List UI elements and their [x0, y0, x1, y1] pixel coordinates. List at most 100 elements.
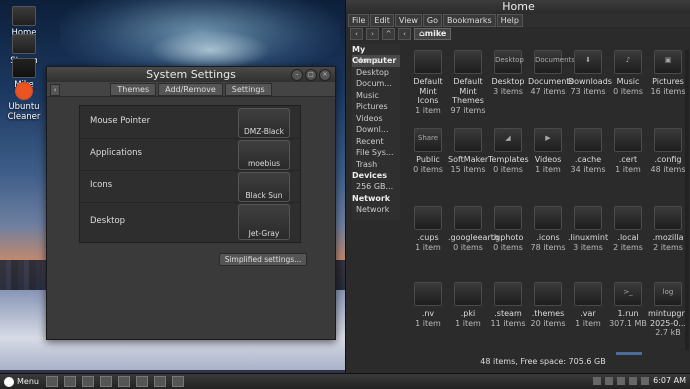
sidebar-item-network[interactable]: Network: [352, 204, 400, 216]
file-item[interactable]: .cups 1 item: [408, 206, 448, 252]
theme-value: Jet-Gray: [248, 229, 280, 238]
up-arrow-icon[interactable]: [593, 376, 602, 385]
folder-icon: [614, 206, 642, 230]
toggle-location-icon[interactable]: ‹: [398, 28, 411, 40]
mouse-pointer-theme-button[interactable]: DMZ-Black: [238, 108, 290, 138]
menu-go[interactable]: Go: [422, 14, 442, 27]
file-item[interactable]: ▣ Pictures 16 items: [648, 50, 688, 96]
simplified-settings-button[interactable]: Simplified settings...: [219, 253, 307, 266]
file-item[interactable]: .linuxmint 3 items: [568, 206, 608, 252]
file-item[interactable]: .cert 1 item: [608, 128, 648, 174]
file-item-name: Documents: [528, 77, 574, 86]
file-item[interactable]: .steam 11 items: [488, 282, 528, 328]
file-item[interactable]: Share Public 0 items: [408, 128, 448, 174]
minimize-button[interactable]: –: [291, 69, 303, 81]
system-monitor-launcher-icon[interactable]: [153, 376, 166, 387]
menu-button[interactable]: Menu: [0, 376, 43, 387]
icons-theme-button[interactable]: Black Sun: [238, 172, 290, 202]
file-item[interactable]: ♪ Music 0 items: [608, 50, 648, 96]
window-title[interactable]: Home: [346, 0, 690, 14]
user-folder-icon: [12, 58, 36, 78]
desktop-theme-button[interactable]: Jet-Gray: [238, 204, 290, 240]
sidebar-item-videos[interactable]: Videos: [352, 113, 400, 125]
up-icon[interactable]: ^: [382, 28, 395, 40]
sidebar-header-my-computer[interactable]: My Computer: [352, 44, 400, 65]
file-item[interactable]: .googleearth 0 items: [448, 206, 499, 252]
file-item[interactable]: .config 48 items: [648, 128, 688, 174]
file-item-name: .var: [580, 309, 596, 318]
sidebar-item-music[interactable]: Music: [352, 90, 400, 102]
file-item[interactable]: Default Mint Themes 97 items: [448, 50, 488, 115]
sidebar-item-pictures[interactable]: Pictures: [352, 101, 400, 113]
file-item[interactable]: log mintupgrade-2025-0...2.7 kB: [648, 282, 690, 338]
theme-row-desktop: Desktop Jet-Gray: [80, 202, 300, 242]
menu-view[interactable]: View: [394, 14, 422, 27]
file-manager-launcher-icon[interactable]: [99, 376, 112, 387]
file-item[interactable]: ◢ Templates 0 items: [488, 128, 529, 174]
files-launcher-icon[interactable]: [63, 376, 76, 387]
file-item-count: 97 items: [450, 105, 486, 115]
tab-themes[interactable]: Themes: [110, 82, 157, 96]
battery-icon[interactable]: [641, 376, 650, 385]
file-item[interactable]: .pki 1 item: [448, 282, 488, 328]
window-titlebar[interactable]: System Settings – □ ×: [47, 67, 335, 82]
terminal-launcher-icon[interactable]: [81, 376, 94, 387]
file-item[interactable]: ▶ Videos 1 item: [528, 128, 568, 174]
sidebar-item-documents[interactable]: Docum...: [352, 78, 400, 90]
file-item[interactable]: Default Mint Icons 1 item: [408, 50, 448, 115]
file-item[interactable]: SoftMaker 15 items: [448, 128, 488, 174]
sidebar-header-devices[interactable]: Devices: [352, 170, 400, 181]
file-item[interactable]: .mozilla 2 items: [648, 206, 688, 252]
network-icon[interactable]: [617, 376, 626, 385]
tab-settings[interactable]: Settings: [224, 82, 272, 96]
show-desktop-icon[interactable]: [45, 376, 58, 387]
file-manager-window: Home File Edit View Go Bookmarks Help ‹ …: [345, 0, 690, 373]
file-item[interactable]: .var 1 item: [568, 282, 608, 328]
settings-launcher-icon[interactable]: [117, 376, 130, 387]
file-item[interactable]: .themes 20 items: [528, 282, 568, 328]
back-icon[interactable]: ‹: [350, 28, 363, 40]
file-item-name: mintupgrade-2025-0...: [648, 309, 690, 328]
folder-icon: [654, 128, 682, 152]
file-item[interactable]: .cache 34 items: [568, 128, 608, 174]
menu-help[interactable]: Help: [496, 14, 523, 27]
sidebar-item-file-system[interactable]: File Sys...: [352, 147, 400, 159]
menu-edit[interactable]: Edit: [370, 14, 394, 27]
volume-icon[interactable]: [629, 376, 638, 385]
file-item-count: 0 items: [453, 242, 483, 252]
maximize-button[interactable]: □: [305, 69, 317, 81]
steam-icon: [12, 34, 36, 54]
file-item[interactable]: .gphoto 0 items: [488, 206, 528, 252]
sidebar-item-trash[interactable]: Trash: [352, 159, 400, 171]
sidebar-item-downloads[interactable]: Downl...: [352, 124, 400, 136]
browser-launcher-icon[interactable]: [135, 376, 148, 387]
file-item[interactable]: Desktop Desktop 3 items: [488, 50, 528, 96]
folder-icon: ⬇: [574, 50, 602, 74]
menu-file[interactable]: File: [348, 14, 370, 27]
file-item-name: 1.run: [617, 309, 639, 318]
file-item[interactable]: .nv 1 item: [408, 282, 448, 328]
window-list-icon[interactable]: [171, 376, 184, 387]
file-item[interactable]: .local 2 items: [608, 206, 648, 252]
close-button[interactable]: ×: [319, 69, 331, 81]
file-item[interactable]: .icons 78 items: [528, 206, 568, 252]
sidebar-item-recent[interactable]: Recent: [352, 136, 400, 148]
applications-theme-button[interactable]: moebius: [238, 140, 290, 170]
clock[interactable]: 6:07 AM: [653, 376, 686, 385]
sidebar-item-desktop[interactable]: Desktop: [352, 67, 400, 79]
file-item[interactable]: Documents Documents 47 items: [528, 50, 575, 96]
file-item[interactable]: ⬇ Downloads 73 items: [568, 50, 612, 96]
forward-icon[interactable]: ›: [366, 28, 379, 40]
theme-row-applications: Applications moebius: [80, 138, 300, 171]
shield-icon[interactable]: [605, 376, 614, 385]
vertical-scrollbar[interactable]: [685, 50, 689, 350]
menu-bookmarks[interactable]: Bookmarks: [442, 14, 496, 27]
desktop-icon-ubuntu-cleaner[interactable]: Ubuntu Cleaner: [4, 82, 44, 122]
back-arrow-icon[interactable]: ‹: [50, 84, 60, 96]
breadcrumb-home[interactable]: ⌂mike: [414, 28, 452, 40]
file-item-name: SoftMaker: [448, 155, 489, 164]
sidebar-header-network[interactable]: Network: [352, 193, 400, 204]
file-item[interactable]: >_ 1.run 307.1 MB: [608, 282, 648, 328]
sidebar-item-drive[interactable]: 256 GB...: [352, 181, 400, 193]
tab-add-remove[interactable]: Add/Remove: [158, 82, 223, 96]
